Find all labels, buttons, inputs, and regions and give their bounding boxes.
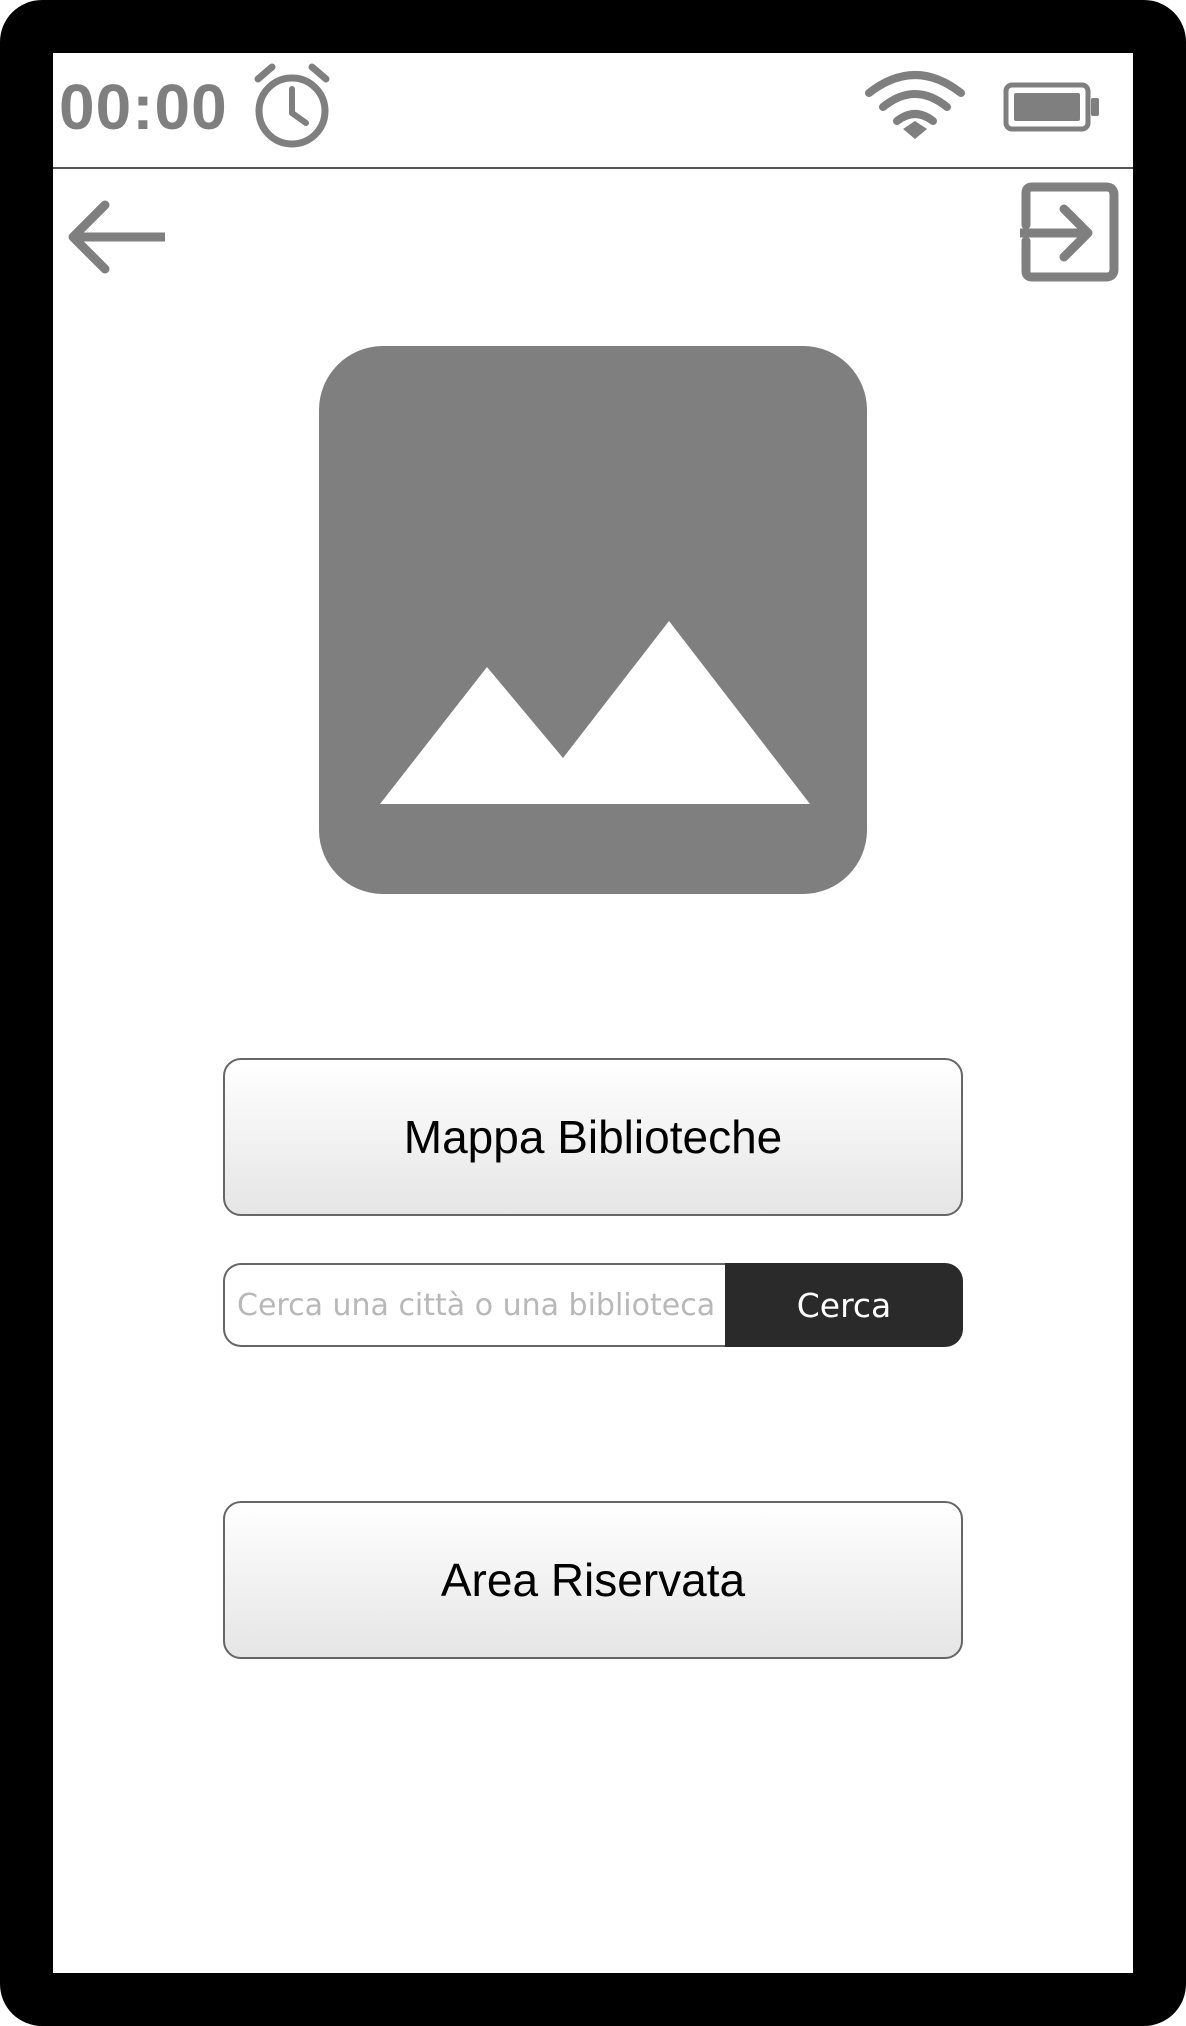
phone-frame: 00:00 Mappa Biblioteche Cerca una città … [0, 0, 1186, 2026]
alarm-icon [254, 63, 330, 148]
map-libraries-button-label: Mappa Biblioteche [403, 1111, 783, 1163]
reserved-area-button[interactable]: Area Riservata [223, 1501, 963, 1659]
logout-icon[interactable] [1018, 181, 1120, 283]
search-input[interactable] [223, 1263, 727, 1347]
search-bar: Cerca [223, 1263, 963, 1347]
status-bar: 00:00 [53, 53, 1133, 169]
back-arrow-icon[interactable] [65, 197, 171, 277]
map-libraries-button[interactable]: Mappa Biblioteche [223, 1058, 963, 1216]
search-button[interactable]: Cerca [725, 1263, 963, 1347]
reserved-area-button-label: Area Riservata [440, 1554, 746, 1606]
screen: 00:00 Mappa Biblioteche Cerca una città … [53, 53, 1133, 1973]
battery-icon [1003, 82, 1099, 132]
status-time: 00:00 [59, 71, 228, 143]
search-button-label: Cerca [796, 1285, 892, 1325]
wifi-icon [865, 71, 965, 139]
image-placeholder [319, 346, 867, 894]
image-placeholder-icon [380, 621, 810, 804]
